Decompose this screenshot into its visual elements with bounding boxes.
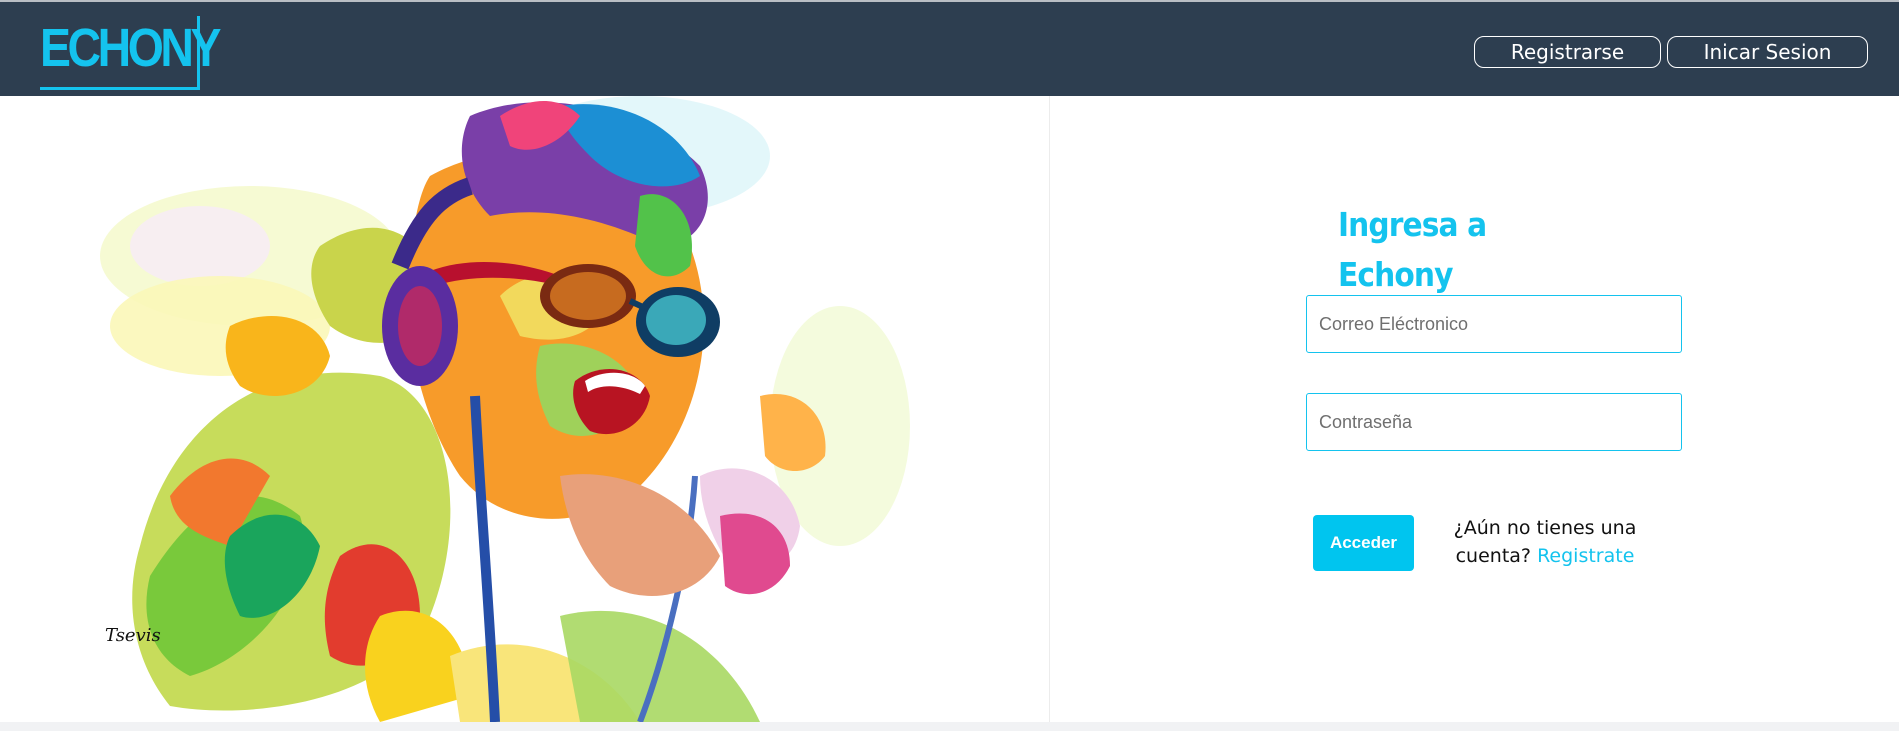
acceder-button[interactable]: Acceder [1313,515,1414,571]
email-field[interactable] [1306,295,1682,353]
echony-logo[interactable]: ECHONY [40,16,221,90]
bottom-strip [0,722,1899,731]
colorful-singer-illustration: Tsevis [100,96,910,722]
navbar: ECHONY Registrarse Inicar Sesion [0,2,1899,96]
register-button[interactable]: Registrarse [1474,36,1661,68]
signup-prompt: ¿Aún no tienes una cuenta? Registrate [1430,514,1660,570]
login-button[interactable]: Inicar Sesion [1667,36,1868,68]
artist-signature: Tsevis [105,625,161,646]
login-title: Ingresa a Echony [1338,205,1487,294]
register-link[interactable]: Registrate [1537,545,1634,567]
signup-prompt-line1: ¿Aún no tienes una [1453,517,1637,539]
hero-illustration: Tsevis [0,96,1050,722]
logo-text: ECHONY [40,18,221,78]
password-field[interactable] [1306,393,1682,451]
signup-prompt-line2: cuenta? [1455,545,1532,567]
